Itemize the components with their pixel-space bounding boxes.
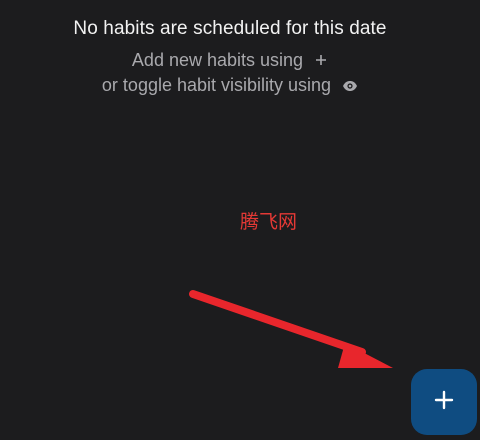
watermark-text: 腾飞网 <box>240 211 298 233</box>
add-habit-fab[interactable] <box>411 369 477 435</box>
plus-icon <box>433 389 455 416</box>
visibility-hint: or toggle habit visibility using <box>0 75 460 97</box>
add-habit-hint-text: Add new habits using <box>131 50 304 70</box>
eye-icon <box>342 76 358 97</box>
plus-icon <box>314 51 328 72</box>
add-habit-hint: Add new habits using <box>0 50 460 72</box>
empty-state-title: No habits are scheduled for this date <box>73 18 387 39</box>
visibility-hint-text: or toggle habit visibility using <box>101 75 332 95</box>
